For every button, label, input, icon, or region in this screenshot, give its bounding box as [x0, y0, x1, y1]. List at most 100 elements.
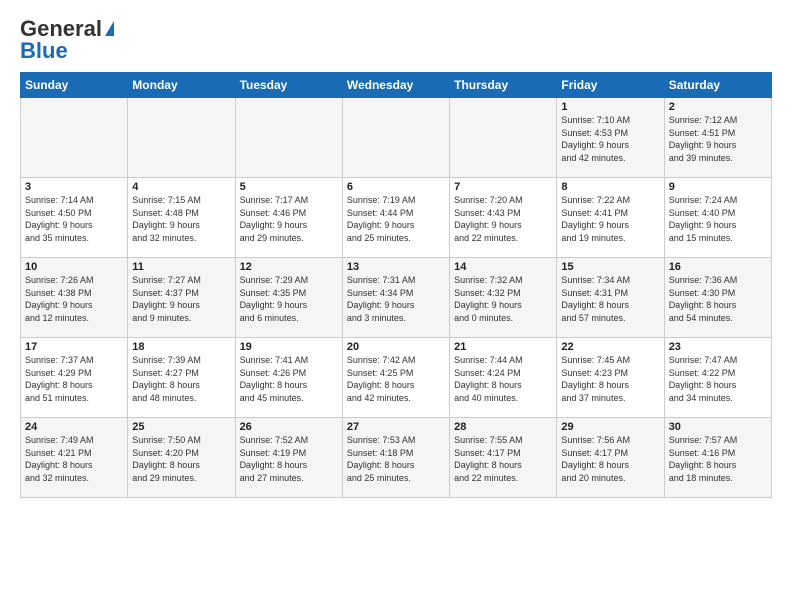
- day-number: 29: [561, 421, 659, 433]
- day-cell: 26Sunrise: 7:52 AM Sunset: 4:19 PM Dayli…: [235, 418, 342, 498]
- day-info: Sunrise: 7:44 AM Sunset: 4:24 PM Dayligh…: [454, 354, 552, 404]
- calendar-table: SundayMondayTuesdayWednesdayThursdayFrid…: [20, 72, 772, 498]
- col-header-tuesday: Tuesday: [235, 73, 342, 98]
- day-info: Sunrise: 7:24 AM Sunset: 4:40 PM Dayligh…: [669, 194, 767, 244]
- page: General Blue SundayMondayTuesdayWednesda…: [0, 0, 792, 612]
- day-number: 13: [347, 261, 445, 273]
- day-number: 5: [240, 181, 338, 193]
- day-number: 9: [669, 181, 767, 193]
- day-cell: 1Sunrise: 7:10 AM Sunset: 4:53 PM Daylig…: [557, 98, 664, 178]
- day-cell: [450, 98, 557, 178]
- day-info: Sunrise: 7:31 AM Sunset: 4:34 PM Dayligh…: [347, 274, 445, 324]
- day-cell: [128, 98, 235, 178]
- logo-blue: Blue: [20, 38, 68, 64]
- day-info: Sunrise: 7:36 AM Sunset: 4:30 PM Dayligh…: [669, 274, 767, 324]
- day-cell: 30Sunrise: 7:57 AM Sunset: 4:16 PM Dayli…: [664, 418, 771, 498]
- day-info: Sunrise: 7:56 AM Sunset: 4:17 PM Dayligh…: [561, 434, 659, 484]
- day-number: 19: [240, 341, 338, 353]
- header: General Blue: [20, 16, 772, 64]
- day-cell: 19Sunrise: 7:41 AM Sunset: 4:26 PM Dayli…: [235, 338, 342, 418]
- day-number: 2: [669, 101, 767, 113]
- col-header-saturday: Saturday: [664, 73, 771, 98]
- week-row-3: 10Sunrise: 7:26 AM Sunset: 4:38 PM Dayli…: [21, 258, 772, 338]
- day-info: Sunrise: 7:22 AM Sunset: 4:41 PM Dayligh…: [561, 194, 659, 244]
- day-info: Sunrise: 7:26 AM Sunset: 4:38 PM Dayligh…: [25, 274, 123, 324]
- day-info: Sunrise: 7:53 AM Sunset: 4:18 PM Dayligh…: [347, 434, 445, 484]
- day-number: 27: [347, 421, 445, 433]
- day-info: Sunrise: 7:27 AM Sunset: 4:37 PM Dayligh…: [132, 274, 230, 324]
- day-cell: 17Sunrise: 7:37 AM Sunset: 4:29 PM Dayli…: [21, 338, 128, 418]
- col-header-wednesday: Wednesday: [342, 73, 449, 98]
- day-cell: [21, 98, 128, 178]
- day-cell: 16Sunrise: 7:36 AM Sunset: 4:30 PM Dayli…: [664, 258, 771, 338]
- day-cell: 15Sunrise: 7:34 AM Sunset: 4:31 PM Dayli…: [557, 258, 664, 338]
- day-info: Sunrise: 7:39 AM Sunset: 4:27 PM Dayligh…: [132, 354, 230, 404]
- day-cell: 14Sunrise: 7:32 AM Sunset: 4:32 PM Dayli…: [450, 258, 557, 338]
- day-cell: 10Sunrise: 7:26 AM Sunset: 4:38 PM Dayli…: [21, 258, 128, 338]
- day-cell: [235, 98, 342, 178]
- day-info: Sunrise: 7:34 AM Sunset: 4:31 PM Dayligh…: [561, 274, 659, 324]
- day-info: Sunrise: 7:29 AM Sunset: 4:35 PM Dayligh…: [240, 274, 338, 324]
- day-info: Sunrise: 7:49 AM Sunset: 4:21 PM Dayligh…: [25, 434, 123, 484]
- col-header-monday: Monday: [128, 73, 235, 98]
- day-cell: 9Sunrise: 7:24 AM Sunset: 4:40 PM Daylig…: [664, 178, 771, 258]
- day-info: Sunrise: 7:45 AM Sunset: 4:23 PM Dayligh…: [561, 354, 659, 404]
- day-info: Sunrise: 7:12 AM Sunset: 4:51 PM Dayligh…: [669, 114, 767, 164]
- week-row-5: 24Sunrise: 7:49 AM Sunset: 4:21 PM Dayli…: [21, 418, 772, 498]
- day-number: 25: [132, 421, 230, 433]
- day-cell: 29Sunrise: 7:56 AM Sunset: 4:17 PM Dayli…: [557, 418, 664, 498]
- day-cell: 11Sunrise: 7:27 AM Sunset: 4:37 PM Dayli…: [128, 258, 235, 338]
- day-cell: 12Sunrise: 7:29 AM Sunset: 4:35 PM Dayli…: [235, 258, 342, 338]
- day-info: Sunrise: 7:19 AM Sunset: 4:44 PM Dayligh…: [347, 194, 445, 244]
- day-number: 3: [25, 181, 123, 193]
- day-number: 11: [132, 261, 230, 273]
- week-row-4: 17Sunrise: 7:37 AM Sunset: 4:29 PM Dayli…: [21, 338, 772, 418]
- day-info: Sunrise: 7:47 AM Sunset: 4:22 PM Dayligh…: [669, 354, 767, 404]
- day-number: 14: [454, 261, 552, 273]
- day-number: 10: [25, 261, 123, 273]
- day-number: 30: [669, 421, 767, 433]
- logo-area: General Blue: [20, 16, 114, 64]
- day-info: Sunrise: 7:32 AM Sunset: 4:32 PM Dayligh…: [454, 274, 552, 324]
- day-info: Sunrise: 7:52 AM Sunset: 4:19 PM Dayligh…: [240, 434, 338, 484]
- day-info: Sunrise: 7:57 AM Sunset: 4:16 PM Dayligh…: [669, 434, 767, 484]
- day-cell: 28Sunrise: 7:55 AM Sunset: 4:17 PM Dayli…: [450, 418, 557, 498]
- day-cell: 8Sunrise: 7:22 AM Sunset: 4:41 PM Daylig…: [557, 178, 664, 258]
- day-number: 20: [347, 341, 445, 353]
- day-number: 26: [240, 421, 338, 433]
- day-cell: 23Sunrise: 7:47 AM Sunset: 4:22 PM Dayli…: [664, 338, 771, 418]
- week-row-2: 3Sunrise: 7:14 AM Sunset: 4:50 PM Daylig…: [21, 178, 772, 258]
- day-number: 28: [454, 421, 552, 433]
- day-number: 16: [669, 261, 767, 273]
- day-cell: 21Sunrise: 7:44 AM Sunset: 4:24 PM Dayli…: [450, 338, 557, 418]
- day-cell: 22Sunrise: 7:45 AM Sunset: 4:23 PM Dayli…: [557, 338, 664, 418]
- day-number: 6: [347, 181, 445, 193]
- day-info: Sunrise: 7:42 AM Sunset: 4:25 PM Dayligh…: [347, 354, 445, 404]
- day-info: Sunrise: 7:15 AM Sunset: 4:48 PM Dayligh…: [132, 194, 230, 244]
- col-header-sunday: Sunday: [21, 73, 128, 98]
- day-cell: 25Sunrise: 7:50 AM Sunset: 4:20 PM Dayli…: [128, 418, 235, 498]
- day-cell: 18Sunrise: 7:39 AM Sunset: 4:27 PM Dayli…: [128, 338, 235, 418]
- day-cell: 24Sunrise: 7:49 AM Sunset: 4:21 PM Dayli…: [21, 418, 128, 498]
- day-info: Sunrise: 7:14 AM Sunset: 4:50 PM Dayligh…: [25, 194, 123, 244]
- day-number: 15: [561, 261, 659, 273]
- day-info: Sunrise: 7:17 AM Sunset: 4:46 PM Dayligh…: [240, 194, 338, 244]
- day-info: Sunrise: 7:37 AM Sunset: 4:29 PM Dayligh…: [25, 354, 123, 404]
- day-cell: [342, 98, 449, 178]
- day-info: Sunrise: 7:41 AM Sunset: 4:26 PM Dayligh…: [240, 354, 338, 404]
- day-number: 1: [561, 101, 659, 113]
- day-cell: 20Sunrise: 7:42 AM Sunset: 4:25 PM Dayli…: [342, 338, 449, 418]
- day-number: 4: [132, 181, 230, 193]
- day-cell: 3Sunrise: 7:14 AM Sunset: 4:50 PM Daylig…: [21, 178, 128, 258]
- header-row: SundayMondayTuesdayWednesdayThursdayFrid…: [21, 73, 772, 98]
- day-cell: 27Sunrise: 7:53 AM Sunset: 4:18 PM Dayli…: [342, 418, 449, 498]
- day-number: 7: [454, 181, 552, 193]
- day-cell: 7Sunrise: 7:20 AM Sunset: 4:43 PM Daylig…: [450, 178, 557, 258]
- day-number: 8: [561, 181, 659, 193]
- day-number: 21: [454, 341, 552, 353]
- day-cell: 13Sunrise: 7:31 AM Sunset: 4:34 PM Dayli…: [342, 258, 449, 338]
- col-header-friday: Friday: [557, 73, 664, 98]
- logo-triangle-icon: [105, 21, 114, 36]
- day-info: Sunrise: 7:55 AM Sunset: 4:17 PM Dayligh…: [454, 434, 552, 484]
- day-number: 17: [25, 341, 123, 353]
